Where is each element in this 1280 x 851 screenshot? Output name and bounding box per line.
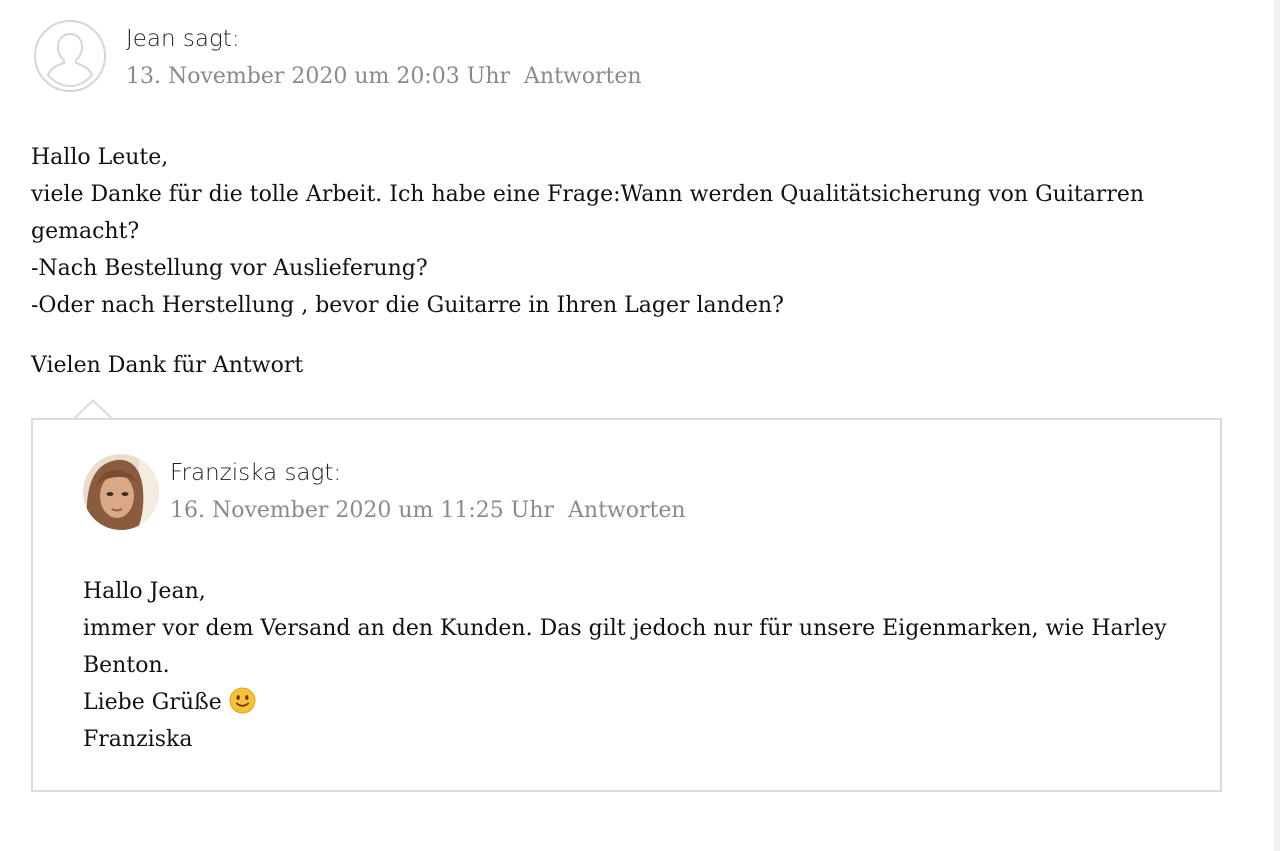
comment-date-link[interactable]: 13. November 2020 um 20:03 Uhr (126, 64, 510, 89)
reply-link[interactable]: Antworten (568, 498, 686, 523)
scrollbar-track[interactable] (1274, 0, 1280, 851)
reply-body: immer vor dem Versand an den Kunden. Das… (83, 616, 1167, 678)
comment-line: -Nach Bestellung vor Auslieferung? (31, 256, 428, 281)
comment-line: -Oder nach Herstellung , bevor die Guita… (31, 293, 784, 318)
reply-greeting: Hallo Jean, (83, 579, 206, 604)
reply-date-link[interactable]: 16. November 2020 um 11:25 Uhr (170, 498, 554, 523)
user-silhouette-icon (34, 20, 106, 92)
reply-pointer (72, 399, 114, 420)
comment-author: Jean sagt: (126, 26, 240, 52)
reply-text: Hallo Jean, immer vor dem Versand an den… (83, 573, 1183, 758)
comment-meta: 13. November 2020 um 20:03 Uhr Antworten (126, 62, 642, 92)
avatar (83, 454, 159, 530)
reply-regards: Liebe Grüße (83, 690, 222, 715)
comment-line: Hallo Leute, (31, 145, 169, 170)
reply-avatar-photo (83, 454, 159, 530)
comment-closing: Vielen Dank für Antwort (31, 353, 304, 378)
reply-link[interactable]: Antworten (524, 64, 642, 89)
slightly-smiling-face-icon (229, 687, 256, 714)
reply-regards-line: Liebe Grüße (83, 684, 1183, 721)
comment-line: viele Danke für die tolle Arbeit. Ich ha… (31, 182, 1145, 244)
reply-meta: 16. November 2020 um 11:25 Uhr Antworten (170, 496, 686, 526)
comment-text: Hallo Leute, viele Danke für die tolle A… (31, 139, 1211, 384)
reply-signature: Franziska (83, 727, 193, 752)
reply-author: Franziska sagt: (170, 460, 342, 486)
